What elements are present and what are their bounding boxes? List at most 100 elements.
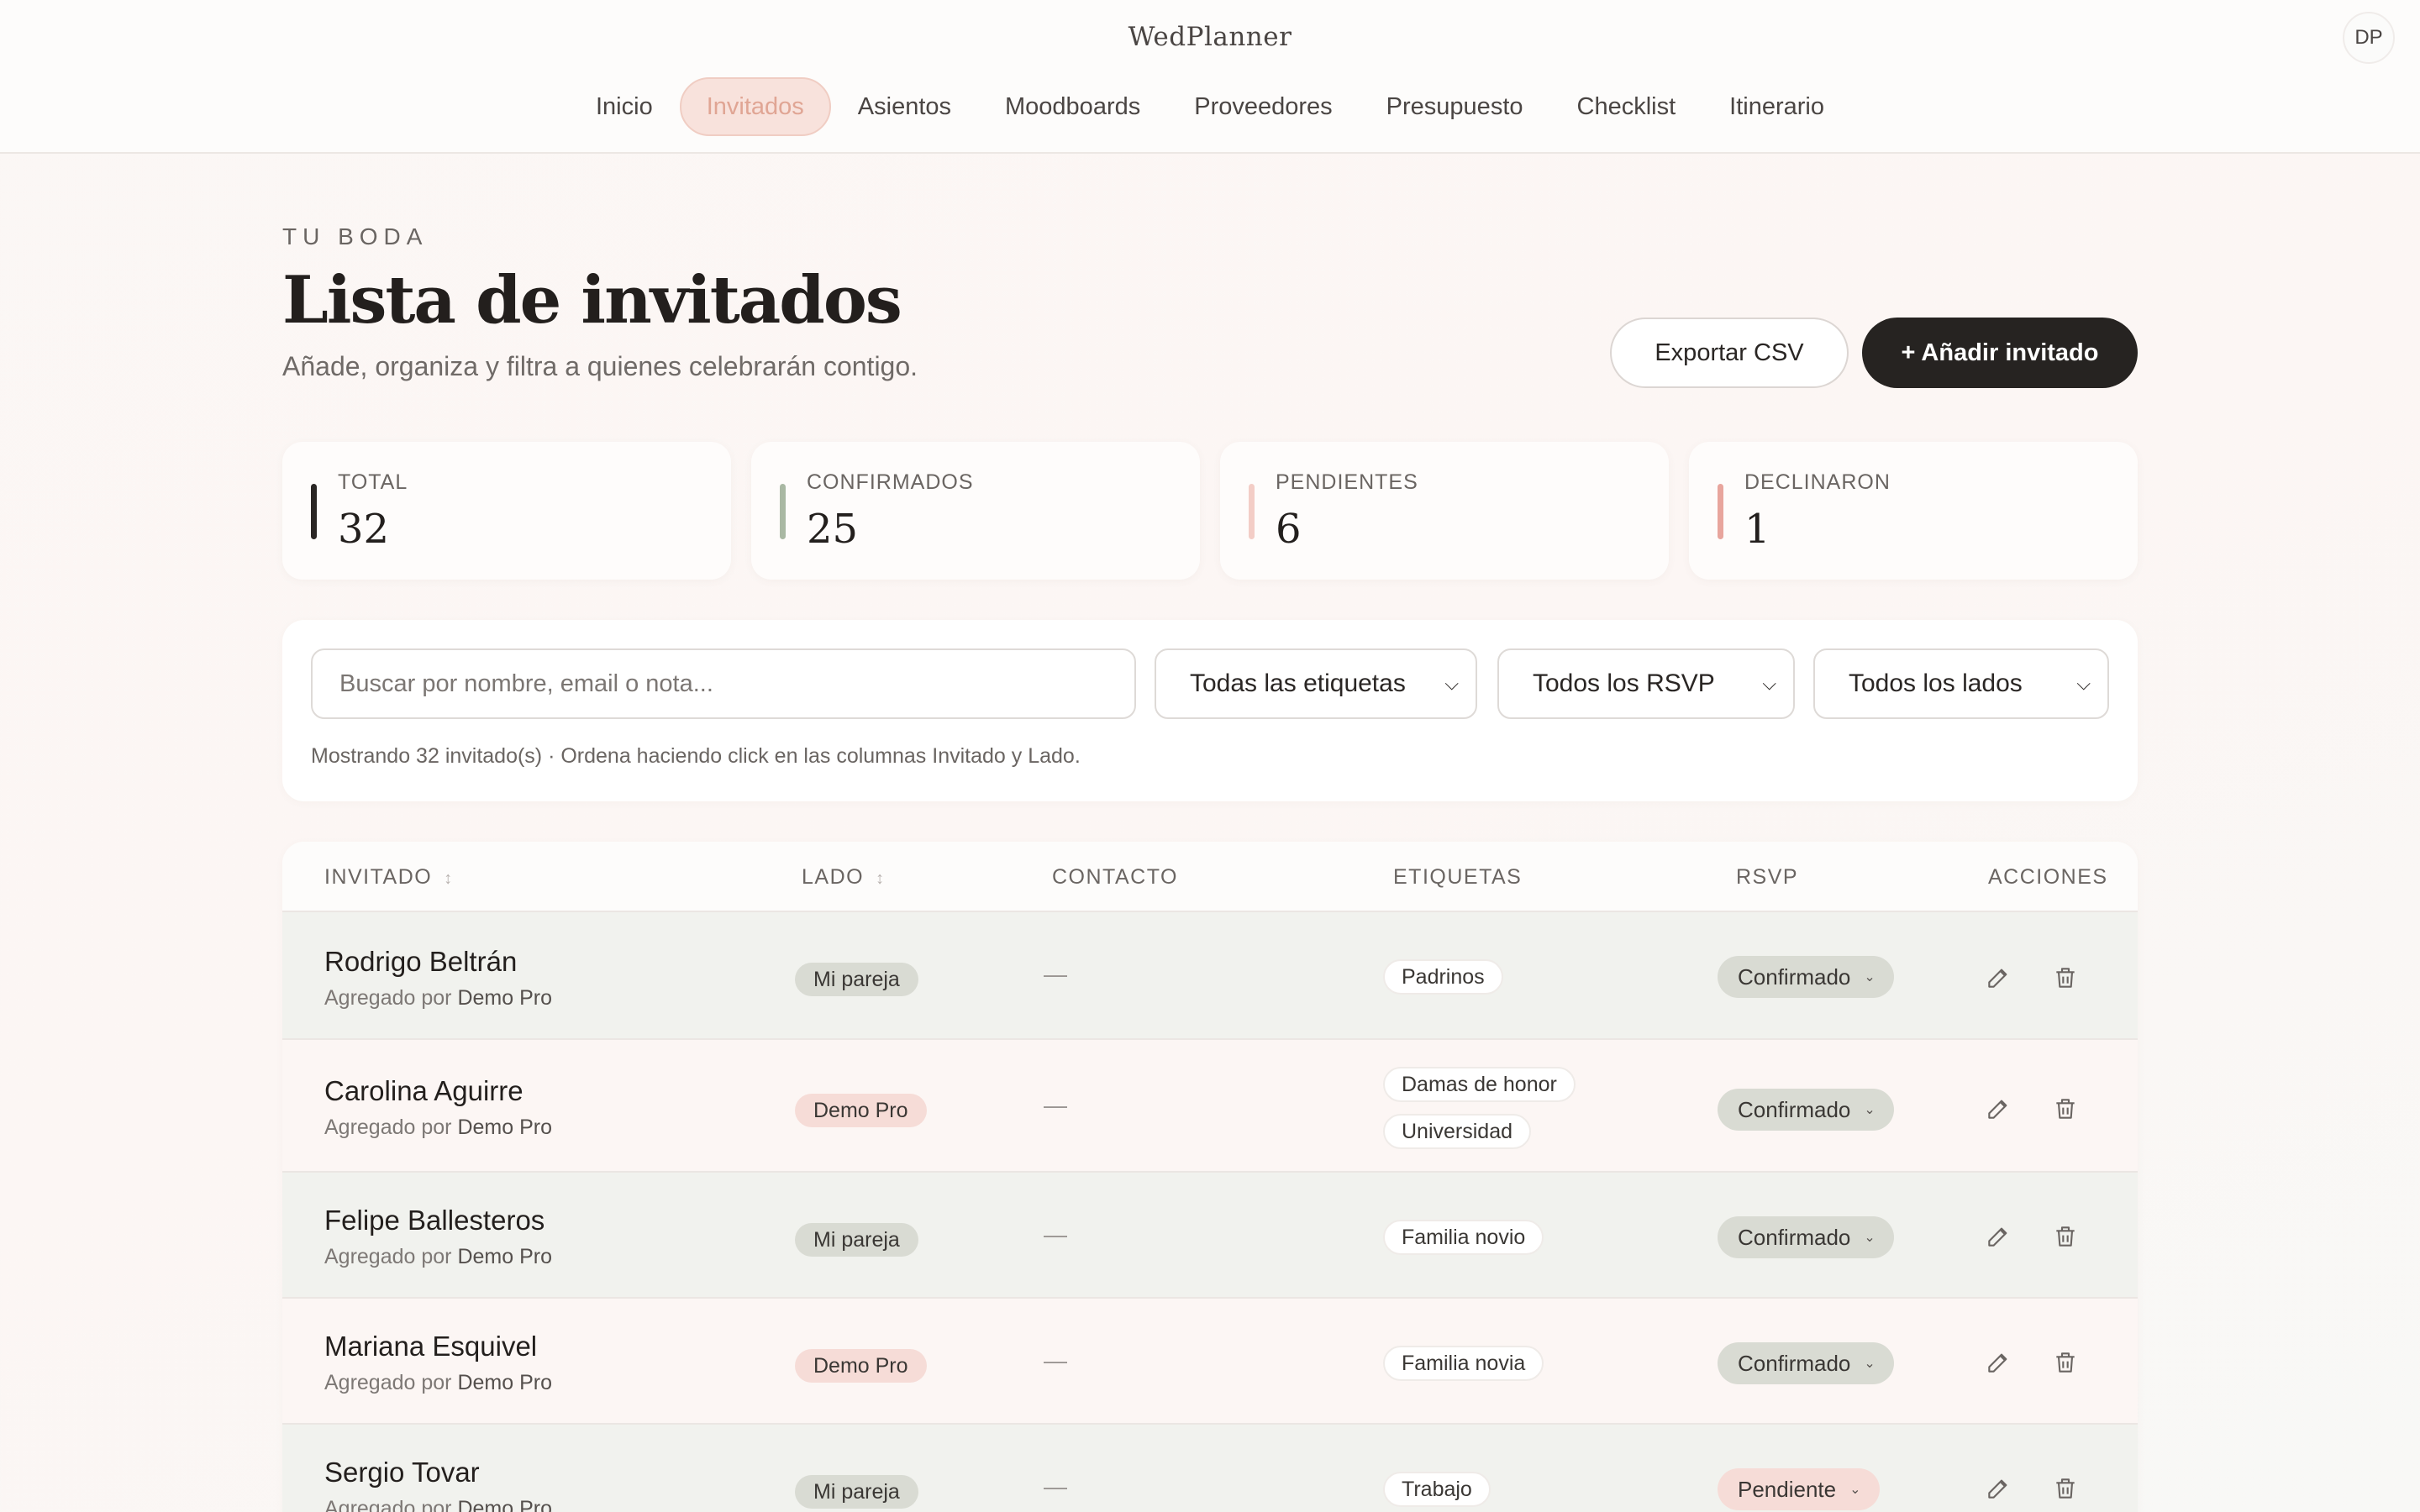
nav-item-presupuesto[interactable]: Presupuesto [1360,77,1550,136]
delete-guest-button[interactable] [2047,1344,2084,1381]
trash-icon [2056,1478,2075,1499]
nav-item-asientos[interactable]: Asientos [831,77,978,136]
pencil-icon [1988,1100,2007,1119]
guest-name: Felipe Ballesteros [324,1205,545,1236]
stat-card-total: TOTAL 32 [282,442,731,580]
tags-select[interactable]: Todas las etiquetas ⌵ [1155,648,1477,719]
pencil-icon [1988,1479,2007,1499]
guest-name: Sergio Tovar [324,1457,480,1488]
nav-item-moodboards[interactable]: Moodboards [978,77,1167,136]
edit-guest-button[interactable] [1980,1470,2017,1507]
chevron-down-icon: ⌵ [1444,673,1459,694]
rsvp-select-value: Todos los RSVP [1533,669,1715,697]
stat-accent-bar [1718,484,1723,539]
guest-name: Mariana Esquivel [324,1331,538,1362]
delete-guest-button[interactable] [2047,959,2084,996]
trash-icon [2056,1226,2075,1247]
edit-guest-button[interactable] [1980,959,2017,996]
rsvp-dropdown[interactable]: Confirmado ⌄ [1718,1342,1894,1384]
stats-row: TOTAL 32 CONFIRMADOS 25 PENDIENTES 6 DEC… [282,442,2138,580]
nav-item-itinerario[interactable]: Itinerario [1702,77,1851,136]
delete-guest-button[interactable] [2047,1218,2084,1255]
contact-value: — [1044,1347,1067,1373]
side-badge: Demo Pro [795,1094,927,1127]
tag-chip: Padrinos [1383,959,1503,995]
contact-value: — [1044,1473,1067,1499]
edit-guest-button[interactable] [1980,1218,2017,1255]
stat-value: 1 [1744,506,1770,553]
guest-added-by: Agregado por Demo Pro [324,1371,553,1394]
pencil-icon [1988,969,2007,988]
rsvp-dropdown[interactable]: Confirmado ⌄ [1718,1216,1894,1258]
stat-value: 6 [1276,506,1302,553]
user-avatar[interactable]: DP [2343,12,2395,64]
chevron-down-icon: ⌄ [1864,970,1876,984]
tag-chip: Universidad [1383,1114,1532,1149]
tag-chip: Trabajo [1383,1472,1491,1507]
nav-item-invitados[interactable]: Invitados [679,77,831,136]
side-select-value: Todos los lados [1849,669,2023,697]
page-title: Lista de invitados [282,262,902,339]
rsvp-dropdown[interactable]: Confirmado ⌄ [1718,956,1894,998]
column-header-actions: ACCIONES [1988,865,2108,889]
trash-icon [2056,1099,2075,1119]
stat-card-pending: PENDIENTES 6 [1220,442,1669,580]
column-header-rsvp: RSVP [1736,865,1799,889]
brand-logo[interactable]: WedPlanner [0,22,2420,52]
contact-value: — [1044,961,1067,987]
filters-panel: Todas las etiquetas ⌵ Todos los RSVP ⌵ T… [282,620,2138,801]
export-csv-button[interactable]: Exportar CSV [1610,318,1849,388]
add-guest-button[interactable]: + Añadir invitado [1862,318,2138,388]
edit-guest-button[interactable] [1980,1344,2017,1381]
guest-added-by: Agregado por Demo Pro [324,1245,553,1268]
guest-name: Rodrigo Beltrán [324,946,518,977]
nav-item-checklist[interactable]: Checklist [1550,77,1703,136]
edit-guest-button[interactable] [1980,1090,2017,1127]
stat-card-declined: DECLINARON 1 [1689,442,2138,580]
side-select[interactable]: Todos los lados ⌵ [1813,648,2109,719]
stat-value: 25 [807,506,859,553]
sort-icon: ↕ [444,869,454,888]
nav-item-inicio[interactable]: Inicio [569,77,680,136]
guest-added-by: Agregado por Demo Pro [324,1497,553,1512]
table-row: Sergio Tovar Agregado por Demo Pro Mi pa… [282,1423,2138,1512]
guest-added-by: Agregado por Demo Pro [324,986,553,1010]
tag-chip: Familia novio [1383,1220,1544,1255]
stat-label: DECLINARON [1744,470,1891,494]
page-eyebrow: TU BODA [282,223,429,249]
guest-table: INVITADO ↕ LADO ↕ CONTACTO ETIQUETAS RSVP … [282,842,2138,1512]
chevron-down-icon: ⌄ [1864,1231,1876,1245]
delete-guest-button[interactable] [2047,1470,2084,1507]
rsvp-dropdown[interactable]: Confirmado ⌄ [1718,1089,1894,1131]
guest-added-by: Agregado por Demo Pro [324,1116,553,1139]
chevron-down-icon: ⌵ [2076,673,2091,694]
search-input[interactable] [311,648,1136,719]
side-badge: Demo Pro [795,1349,927,1383]
table-row: Rodrigo Beltrán Agregado por Demo Pro Mi… [282,911,2138,1038]
main-nav: Inicio Invitados Asientos Moodboards Pro… [0,77,2420,136]
column-header-side[interactable]: LADO ↕ [802,865,886,890]
side-badge: Mi pareja [795,1475,918,1509]
pencil-icon [1988,1227,2007,1247]
stat-label: CONFIRMADOS [807,470,974,494]
rsvp-dropdown[interactable]: Pendiente ⌄ [1718,1468,1880,1510]
top-bar: WedPlanner DP Inicio Invitados Asientos … [0,0,2420,154]
stat-accent-bar [1249,484,1255,539]
table-row: Felipe Ballesteros Agregado por Demo Pro… [282,1171,2138,1297]
column-header-contact: CONTACTO [1052,865,1178,889]
chevron-down-icon: ⌄ [1849,1483,1861,1497]
column-header-guest[interactable]: INVITADO ↕ [324,865,454,890]
stat-value: 32 [338,506,390,553]
rsvp-select[interactable]: Todos los RSVP ⌵ [1497,648,1795,719]
chevron-down-icon: ⌄ [1864,1357,1876,1371]
delete-guest-button[interactable] [2047,1090,2084,1127]
table-header: INVITADO ↕ LADO ↕ CONTACTO ETIQUETAS RSVP … [282,842,2138,911]
contact-value: — [1044,1221,1067,1247]
trash-icon [2056,1352,2075,1373]
trash-icon [2056,968,2075,988]
side-badge: Mi pareja [795,1223,918,1257]
contact-value: — [1044,1092,1067,1118]
chevron-down-icon: ⌵ [1762,673,1776,694]
stat-label: TOTAL [338,470,408,494]
nav-item-proveedores[interactable]: Proveedores [1167,77,1359,136]
